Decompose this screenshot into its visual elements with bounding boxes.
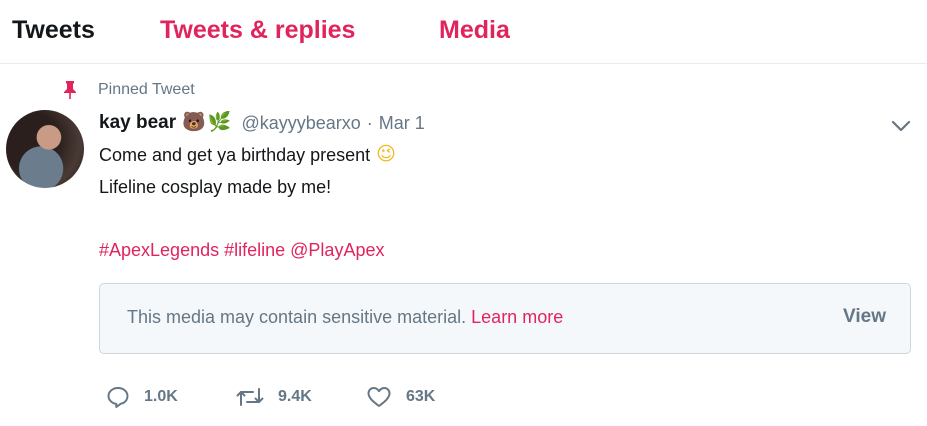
pinned-tweet-indicator: Pinned Tweet bbox=[62, 80, 195, 100]
chevron-down-icon[interactable] bbox=[888, 116, 914, 136]
avatar[interactable] bbox=[6, 110, 84, 188]
hashtag-apexlegends[interactable]: #ApexLegends bbox=[99, 240, 219, 260]
retweet-count: 9.4K bbox=[278, 388, 312, 405]
header-separator: · bbox=[366, 112, 373, 133]
pinned-tweet-label: Pinned Tweet bbox=[98, 81, 195, 98]
tweet-date[interactable]: Mar 1 bbox=[379, 113, 425, 134]
reply-button[interactable]: 1.0K bbox=[106, 385, 236, 409]
reply-count: 1.0K bbox=[144, 388, 178, 405]
retweet-icon bbox=[236, 388, 264, 406]
tab-tweets[interactable]: Tweets bbox=[12, 14, 95, 46]
sensitive-media-text: This media may contain sensitive materia… bbox=[127, 307, 563, 328]
retweet-button[interactable]: 9.4K bbox=[236, 385, 366, 409]
display-name[interactable]: kay bear bbox=[99, 112, 176, 134]
herb-emoji: 🌿 bbox=[207, 112, 232, 133]
tab-media[interactable]: Media bbox=[439, 14, 510, 46]
tweet-text-line-1: Come and get ya birthday present 😉 bbox=[99, 143, 396, 167]
tweet-header: kay bear 🐻 🌿 @kayyybearxo · Mar 1 bbox=[99, 110, 425, 136]
tweet-text-line-2: Lifeline cosplay made by me! bbox=[99, 177, 332, 197]
view-button[interactable]: View bbox=[843, 306, 886, 328]
like-button[interactable]: 63K bbox=[366, 385, 435, 409]
reply-icon bbox=[107, 387, 129, 408]
bear-emoji: 🐻 bbox=[182, 112, 206, 133]
tweet-actions: 1.0K 9.4K 63K bbox=[106, 385, 435, 409]
wink-emoji: 😉 bbox=[376, 144, 396, 165]
heart-icon bbox=[367, 387, 391, 407]
mention-playapex[interactable]: @PlayApex bbox=[290, 240, 384, 260]
like-count: 63K bbox=[406, 388, 436, 405]
tweet-hashtags: #ApexLegends #lifeline @PlayApex bbox=[99, 238, 389, 262]
pin-icon bbox=[64, 81, 76, 99]
sensitive-notice: This media may contain sensitive materia… bbox=[127, 307, 467, 327]
profile-tabs: Tweets Tweets & replies Media bbox=[0, 0, 927, 64]
sensitive-media-warning: This media may contain sensitive materia… bbox=[99, 283, 911, 354]
hashtag-lifeline[interactable]: #lifeline bbox=[224, 240, 285, 260]
tab-tweets-replies[interactable]: Tweets & replies bbox=[160, 14, 355, 46]
tweet-text: Come and get ya birthday present bbox=[99, 145, 371, 165]
learn-more-link[interactable]: Learn more bbox=[471, 307, 563, 327]
user-handle[interactable]: @kayyybearxo bbox=[241, 113, 360, 134]
